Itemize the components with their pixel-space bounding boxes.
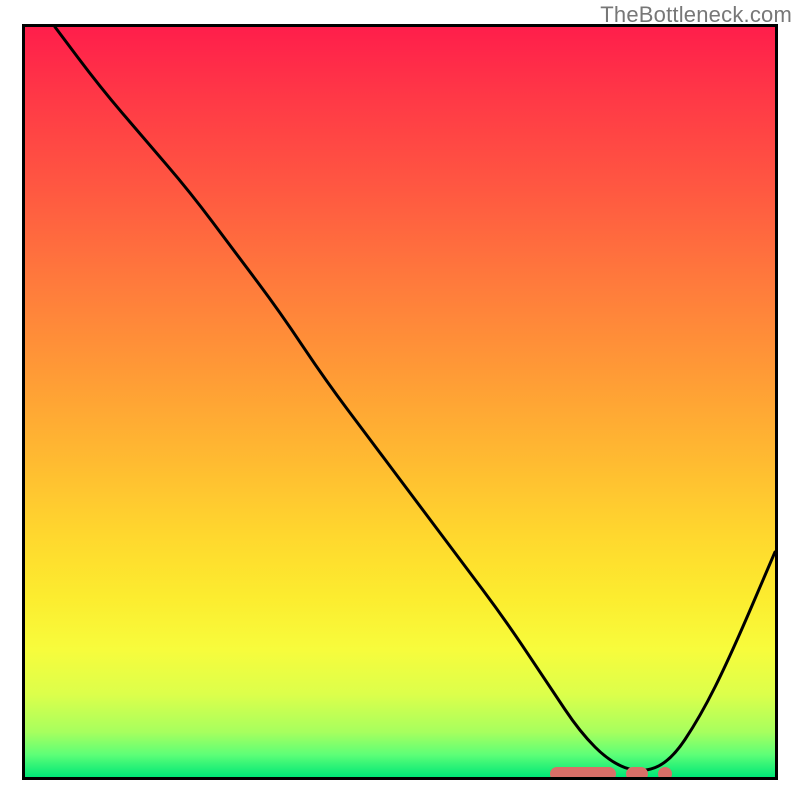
valley-marker-segment [550, 767, 616, 780]
valley-markers [25, 27, 775, 777]
plot-area [22, 24, 778, 780]
watermark-text: TheBottleneck.com [600, 2, 792, 28]
chart-container: TheBottleneck.com [0, 0, 800, 800]
valley-marker-segment [658, 767, 672, 780]
valley-marker-segment [626, 767, 648, 780]
